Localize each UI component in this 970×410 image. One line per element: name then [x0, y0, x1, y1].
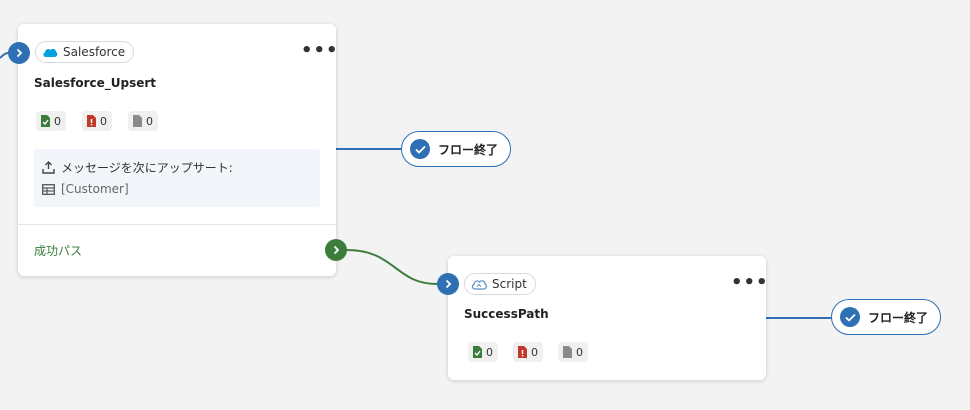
- connector-badge: Salesforce: [35, 41, 135, 63]
- success-doc-icon: [473, 346, 482, 358]
- salesforce-upsert-node[interactable]: Salesforce ••• Salesforce_Upsert 0 0 0 メ…: [18, 24, 339, 276]
- connector-badge: Script: [464, 273, 536, 295]
- connector-label: Script: [492, 277, 527, 291]
- flow-end-1[interactable]: フロー終了: [401, 131, 512, 167]
- message-info-box: メッセージを次にアップサート: [Customer]: [34, 149, 320, 207]
- check-circle-icon: [840, 307, 860, 327]
- node2-input-port[interactable]: [437, 273, 459, 295]
- success-doc-icon: [41, 115, 50, 127]
- document-icon: [133, 115, 142, 127]
- chevron-right-icon: [333, 245, 340, 255]
- target-row: [Customer]: [42, 182, 129, 196]
- connector-label: Salesforce: [63, 45, 126, 59]
- error-count: 0: [513, 342, 543, 362]
- total-count: 0: [128, 111, 158, 131]
- upload-icon: [42, 161, 55, 174]
- node-title: Salesforce_Upsert: [34, 76, 157, 90]
- success-count: 0: [468, 342, 498, 362]
- node-menu-button[interactable]: •••: [301, 42, 339, 60]
- salesforce-cloud-icon: [43, 48, 58, 57]
- success-output-port[interactable]: [325, 239, 347, 261]
- chevron-right-icon: [445, 279, 452, 289]
- card-divider: [18, 224, 336, 225]
- success-path-label[interactable]: 成功パス: [34, 242, 82, 259]
- success-count: 0: [36, 111, 66, 131]
- node1-input-port[interactable]: [8, 42, 30, 64]
- script-icon: [471, 280, 487, 290]
- chevron-right-icon: [16, 48, 23, 58]
- error-count: 0: [82, 111, 112, 131]
- script-success-node[interactable]: Script ••• SuccessPath 0 0 0: [448, 256, 769, 380]
- check-circle-icon: [410, 139, 430, 159]
- error-doc-icon: [87, 115, 96, 127]
- total-count: 0: [558, 342, 588, 362]
- error-doc-icon: [518, 346, 527, 358]
- flow-end-2[interactable]: フロー終了: [831, 299, 942, 335]
- success-wire: [346, 249, 438, 285]
- upsert-label: メッセージを次にアップサート:: [61, 161, 233, 175]
- document-icon: [563, 346, 572, 358]
- table-icon: [42, 183, 55, 195]
- flow-end-label: フロー終了: [868, 310, 929, 325]
- node-menu-button[interactable]: •••: [731, 274, 769, 292]
- target-object: [Customer]: [61, 182, 129, 196]
- incoming-wire: [0, 52, 9, 59]
- flow-end-label: フロー終了: [438, 142, 499, 157]
- upsert-row: メッセージを次にアップサート:: [42, 159, 233, 176]
- node-title: SuccessPath: [464, 307, 549, 321]
